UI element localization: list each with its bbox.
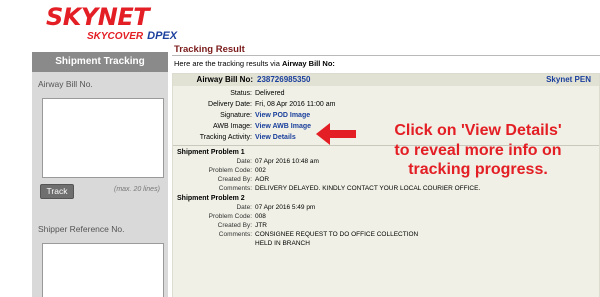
problem-1-date-value: 07 Apr 2016 10:48 am — [255, 158, 319, 165]
awb-header-bar: Airway Bill No: 238726985350 Skynet PEN — [173, 74, 599, 86]
status-value: Delivered — [255, 90, 285, 97]
logo-brand-text: SKYNET — [46, 3, 150, 31]
tracking-result-box: Airway Bill No: 238726985350 Skynet PEN … — [172, 73, 600, 297]
delivery-date-label: Delivery Date: — [208, 101, 252, 108]
shipment-tracking-panel: Shipment Tracking Airway Bill No. Track … — [32, 52, 168, 297]
tracking-result-section: Tracking Result Here are the tracking re… — [172, 44, 600, 297]
awb-number-value: 238726985350 — [257, 75, 311, 84]
problem-2-comments-value: CONSIGNEE REQUEST TO DO OFFICE COLLECTIO… — [255, 231, 419, 238]
problem-1-created-by-value: AOR — [255, 176, 270, 183]
arrow-left-icon — [316, 123, 356, 145]
shipper-reference-label: Shipper Reference No. — [38, 224, 125, 234]
problem-2-date-value: 07 Apr 2016 5:49 pm — [255, 204, 316, 211]
problem-1-comments-label: Comments: — [218, 185, 252, 192]
problem-2-created-by-label: Created By: — [217, 222, 252, 229]
problem-1-created-by-label: Created By: — [217, 176, 252, 183]
tracking-activity-label: Tracking Activity: — [199, 134, 252, 141]
problem-1-code-value: 002 — [255, 167, 266, 174]
airway-bill-label: Airway Bill No. — [38, 79, 93, 89]
shipment-tracking-header: Shipment Tracking — [32, 52, 168, 72]
problem-2-comments-continued-value: HELD IN BRANCH — [255, 240, 310, 247]
logo-dpex-text: DPEX — [147, 30, 178, 42]
view-details-link[interactable]: View Details — [255, 133, 296, 142]
problem-2-code-label: Problem Code: — [208, 213, 252, 220]
annotation-callout: Click on 'View Details' to reveal more i… — [356, 121, 600, 180]
problem-1-code-label: Problem Code: — [208, 167, 252, 174]
shipment-problem-2-title: Shipment Problem 2 — [177, 195, 245, 202]
awb-image-label: AWB Image: — [212, 123, 252, 130]
signature-label: Signature: — [220, 112, 252, 119]
intro-bold-text: Airway Bill No: — [281, 59, 335, 68]
intro-text: Here are the tracking results via — [174, 59, 280, 68]
annotation-line-2: to reveal more info on — [394, 141, 562, 159]
annotation-line-3: tracking progress. — [408, 161, 548, 178]
status-label: Status: — [230, 90, 252, 97]
page-title: Tracking Result — [174, 44, 245, 55]
delivery-date-value: Fri, 08 Apr 2016 11:00 am — [255, 101, 336, 108]
problem-1-comments-value: DELIVERY DELAYED. KINDLY CONTACT YOUR LO… — [255, 185, 481, 192]
problem-1-date-label: Date: — [236, 158, 252, 165]
annotation-line-1: Click on 'View Details' — [394, 122, 562, 139]
logo-sub-brands: SKYCOVER DPEX — [87, 30, 177, 43]
carrier-station: Skynet PEN — [546, 75, 591, 84]
awb-number-label: Airway Bill No: — [196, 75, 253, 84]
view-awb-image-link[interactable]: View AWB Image — [255, 122, 311, 131]
problem-2-comments-label: Comments: — [218, 231, 252, 238]
shipper-reference-input[interactable] — [42, 243, 164, 297]
problem-2-code-value: 008 — [255, 213, 266, 220]
problem-2-created-by-value: JTR — [255, 222, 267, 229]
problem-2-date-label: Date: — [236, 204, 252, 211]
view-pod-image-link[interactable]: View POD Image — [255, 111, 310, 120]
skynet-logo[interactable]: SKYNET SKYCOVER DPEX — [26, 4, 186, 46]
shipment-problem-1-title: Shipment Problem 1 — [177, 149, 245, 156]
airway-bill-input[interactable] — [42, 98, 164, 178]
title-divider — [172, 55, 600, 56]
logo-skycover-text: SKYCOVER — [87, 31, 144, 42]
track-button[interactable]: Track — [40, 184, 74, 199]
max-lines-hint: (max. 20 lines) — [114, 186, 160, 193]
results-intro: Here are the tracking results via Airway… — [174, 59, 335, 68]
